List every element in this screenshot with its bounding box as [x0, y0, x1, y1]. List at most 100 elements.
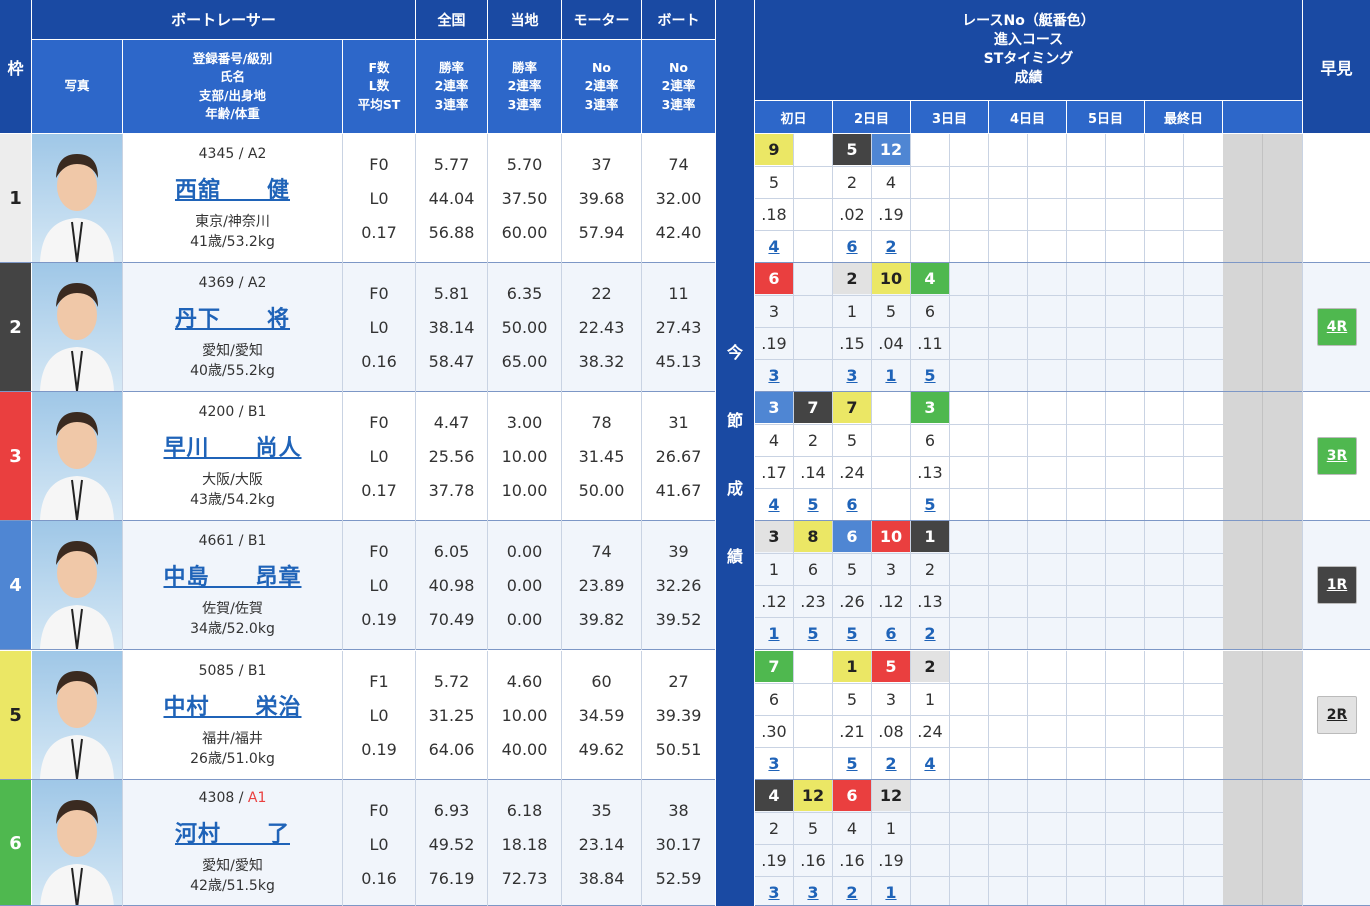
race-course: 2	[846, 172, 858, 192]
racer-name-link[interactable]: 早川 尚人	[163, 430, 301, 462]
race-number[interactable]: 10	[872, 263, 910, 294]
col-separator	[561, 521, 562, 650]
racer-reg-number: 4369 / A2	[198, 274, 267, 291]
race-number[interactable]: 5	[833, 134, 871, 165]
race-result-link[interactable]: 4	[755, 230, 793, 262]
race-result-link[interactable]: 1	[872, 876, 910, 906]
col-separator	[122, 651, 123, 780]
col-separator	[561, 392, 562, 521]
race-st-timing: .30	[761, 721, 787, 741]
race-result-link[interactable]: 6	[833, 230, 871, 262]
stat-value: L0	[369, 575, 389, 595]
race-result-link[interactable]: 5	[911, 359, 949, 391]
race-number[interactable]: 6	[755, 263, 793, 294]
race-number[interactable]: 3	[755, 392, 793, 423]
racer-boat-stats: 74 32.00 42.40	[642, 134, 715, 263]
header-course: 進入コース	[993, 32, 1064, 48]
race-result-link[interactable]: 3	[794, 876, 832, 906]
race-course: 1	[768, 559, 780, 579]
race-result-link[interactable]: 1	[872, 359, 910, 391]
race-result-link[interactable]: 5	[833, 617, 871, 649]
race-number[interactable]: 12	[872, 134, 910, 165]
race-number[interactable]: 2	[833, 263, 871, 294]
race-number[interactable]: 9	[755, 134, 793, 165]
header-win-rate: 勝率	[438, 59, 464, 75]
stat-value: 27.43	[655, 317, 702, 337]
race-number[interactable]: 4	[755, 780, 793, 811]
stat-value: 0.19	[361, 739, 397, 759]
race-result-link[interactable]: 2	[911, 617, 949, 649]
racer-name-link[interactable]: 河村 了	[175, 816, 290, 848]
header-2ren-rate: 2連率	[661, 78, 696, 94]
race-result-link[interactable]: 3	[755, 747, 793, 779]
col-separator	[342, 651, 343, 780]
race-number[interactable]: 6	[833, 780, 871, 811]
race-result-link[interactable]: 3	[833, 359, 871, 391]
hayami-race-link[interactable]: 2R	[1317, 696, 1357, 734]
konsetsu-label: 今 節 成 績	[716, 0, 754, 906]
col-separator	[122, 521, 123, 650]
col-separator	[561, 263, 562, 392]
grid-line	[755, 617, 1302, 618]
race-result-link[interactable]: 5	[833, 747, 871, 779]
race-number[interactable]: 12	[872, 780, 910, 811]
day-extra	[1223, 101, 1302, 133]
row-bg-hayami	[1303, 780, 1370, 906]
racer-name-link[interactable]: 西舘 健	[175, 172, 290, 204]
stat-value: 39.82	[578, 609, 625, 629]
hayami-race-link[interactable]: 4R	[1317, 308, 1357, 346]
race-number[interactable]: 6	[833, 521, 871, 552]
race-result-link[interactable]: 2	[872, 230, 910, 262]
racer-touchi-rates: 4.60 10.00 40.00	[488, 651, 561, 780]
racer-branch: 大阪/大阪	[202, 471, 263, 488]
race-result-link[interactable]: 2	[872, 747, 910, 779]
race-number[interactable]: 3	[911, 392, 949, 423]
stat-value: 40.00	[501, 739, 548, 759]
racer-name-link[interactable]: 丹下 将	[175, 301, 290, 333]
stat-value: 0.00	[506, 575, 543, 595]
race-number[interactable]: 7	[755, 651, 793, 682]
hayami-race-link[interactable]: 3R	[1317, 437, 1357, 475]
race-st-timing: .12	[761, 591, 787, 611]
racer-table: 枠 ボートレーサー 全国 当地 モーター ボート 写真 登録番号/級別 氏名 支…	[0, 0, 1370, 906]
racer-name-link[interactable]: 中島 昂章	[163, 559, 301, 591]
race-number[interactable]: 8	[794, 521, 832, 552]
racer-branch: 佐賀/佐賀	[202, 600, 263, 617]
race-result-link[interactable]: 6	[872, 617, 910, 649]
hayami-race-link[interactable]: 1R	[1317, 566, 1357, 604]
konsetsu-char: 績	[726, 547, 743, 566]
race-number[interactable]: 10	[872, 521, 910, 552]
race-result-link[interactable]: 1	[755, 617, 793, 649]
col-separator	[1302, 134, 1303, 263]
race-st-timing: .16	[839, 850, 865, 870]
stat-value: L0	[369, 834, 389, 854]
racer-touchi-rates: 6.18 18.18 72.73	[488, 780, 561, 906]
race-number[interactable]: 2	[911, 651, 949, 682]
col-separator	[641, 134, 642, 263]
race-number[interactable]: 5	[872, 651, 910, 682]
race-result-link[interactable]: 5	[911, 488, 949, 520]
race-result-link[interactable]: 5	[794, 617, 832, 649]
race-number[interactable]: 3	[755, 521, 793, 552]
race-course: 6	[924, 430, 936, 450]
racer-touchi-rates: 0.00 0.00 0.00	[488, 521, 561, 650]
race-number[interactable]: 7	[794, 392, 832, 423]
race-result-link[interactable]: 2	[833, 876, 871, 906]
race-result-link[interactable]: 3	[755, 359, 793, 391]
day-final: 最終日	[1145, 101, 1222, 133]
race-number[interactable]: 1	[833, 651, 871, 682]
grid-line	[988, 780, 989, 906]
race-number[interactable]: 12	[794, 780, 832, 811]
race-result-link[interactable]: 5	[794, 488, 832, 520]
race-result-link[interactable]: 3	[755, 876, 793, 906]
grid-line	[1183, 780, 1184, 906]
race-number[interactable]: 4	[911, 263, 949, 294]
race-number[interactable]: 7	[833, 392, 871, 423]
race-result-link[interactable]: 6	[833, 488, 871, 520]
race-result-link[interactable]: 4	[755, 488, 793, 520]
grid-line	[755, 359, 1302, 360]
race-result-link[interactable]: 4	[911, 747, 949, 779]
racer-name-link[interactable]: 中村 栄治	[163, 689, 301, 721]
race-number[interactable]: 1	[911, 521, 949, 552]
race-course: 2	[768, 818, 780, 838]
